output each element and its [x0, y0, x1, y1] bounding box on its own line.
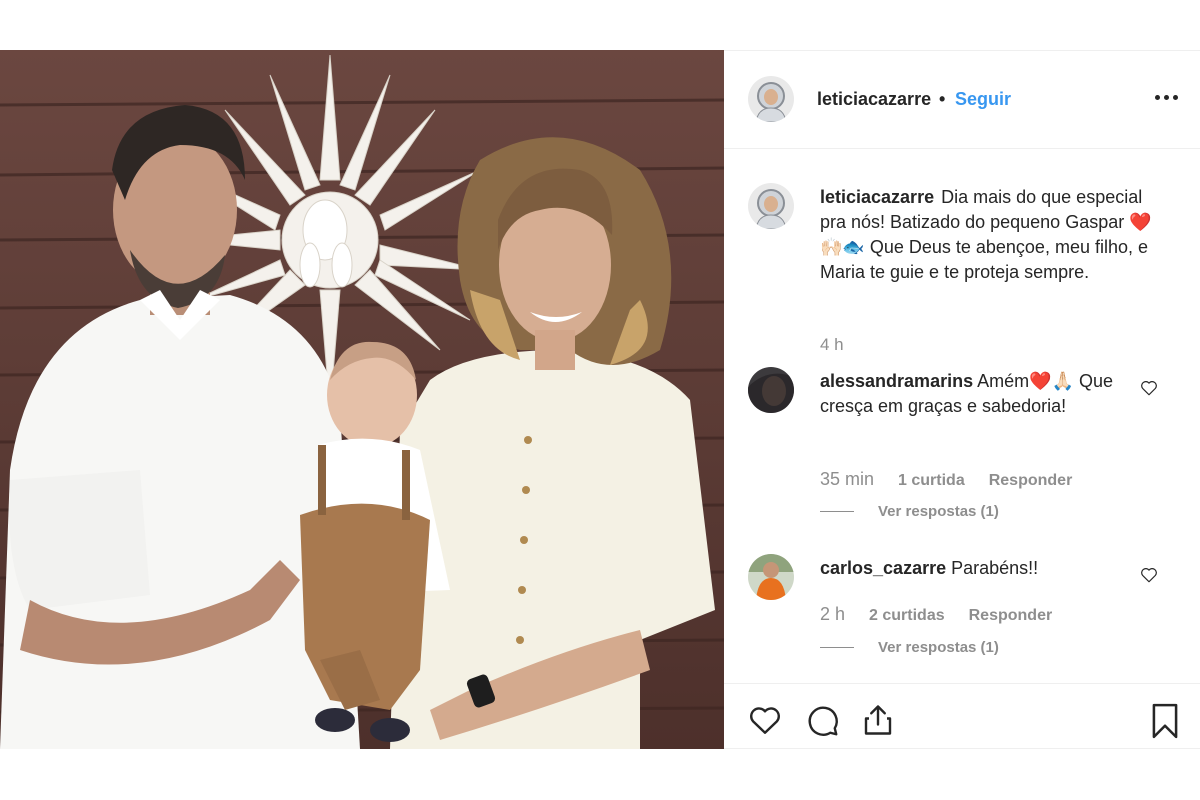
comment-body: carlos_cazarre Parabéns!!: [820, 556, 1120, 581]
commenter-avatar[interactable]: [748, 554, 794, 600]
separator-dot: •: [939, 89, 946, 109]
share-icon[interactable]: [860, 702, 896, 738]
comment-time[interactable]: 35 min: [820, 469, 874, 490]
replies-divider: [820, 647, 854, 648]
heart-icon[interactable]: [746, 702, 784, 738]
comment-text: Parabéns!!: [951, 558, 1039, 578]
comment-like-icon[interactable]: [1140, 566, 1158, 584]
view-replies-button[interactable]: Ver respostas (1): [820, 639, 999, 656]
replies-divider: [820, 511, 854, 512]
comment-username[interactable]: carlos_cazarre: [820, 558, 946, 578]
comment-meta: 35 min 1 curtida Responder: [820, 469, 1072, 490]
comment-username[interactable]: alessandramarins: [820, 371, 973, 391]
more-options-icon[interactable]: [1155, 95, 1178, 100]
photo-illustration: [0, 50, 724, 749]
view-replies-button[interactable]: Ver respostas (1): [820, 503, 999, 520]
comment-body: alessandramarins Amém❤️🙏🏻 Que cresça em …: [820, 369, 1120, 419]
author-username[interactable]: leticiacazarre: [817, 89, 931, 110]
follow-button[interactable]: Seguir: [955, 89, 1011, 110]
comment-like-icon[interactable]: [1140, 379, 1158, 397]
post-sidebar: leticiacazarre • Seguir leticiacazarre D…: [724, 50, 1200, 749]
reply-button[interactable]: Responder: [989, 472, 1073, 490]
author-avatar[interactable]: [748, 76, 794, 122]
reply-button[interactable]: Responder: [969, 607, 1053, 625]
view-replies-label: Ver respostas (1): [878, 503, 999, 520]
comment-likes[interactable]: 1 curtida: [898, 472, 965, 490]
comment-icon[interactable]: [804, 702, 840, 738]
view-replies-label: Ver respostas (1): [878, 639, 999, 656]
comment-time[interactable]: 2 h: [820, 604, 845, 625]
comment-meta: 2 h 2 curtidas Responder: [820, 604, 1052, 625]
post-header: leticiacazarre • Seguir: [724, 51, 1200, 149]
action-bar: [724, 683, 1200, 749]
caption-username[interactable]: leticiacazarre: [820, 187, 934, 207]
bookmark-icon[interactable]: [1148, 702, 1182, 740]
caption-avatar[interactable]: [748, 183, 794, 229]
commenter-avatar[interactable]: [748, 367, 794, 413]
comment-likes[interactable]: 2 curtidas: [869, 607, 945, 625]
post-photo[interactable]: [0, 50, 724, 749]
post-timestamp[interactable]: 4 h: [820, 335, 844, 355]
post-caption: leticiacazarre Dia mais do que especial …: [820, 185, 1170, 285]
